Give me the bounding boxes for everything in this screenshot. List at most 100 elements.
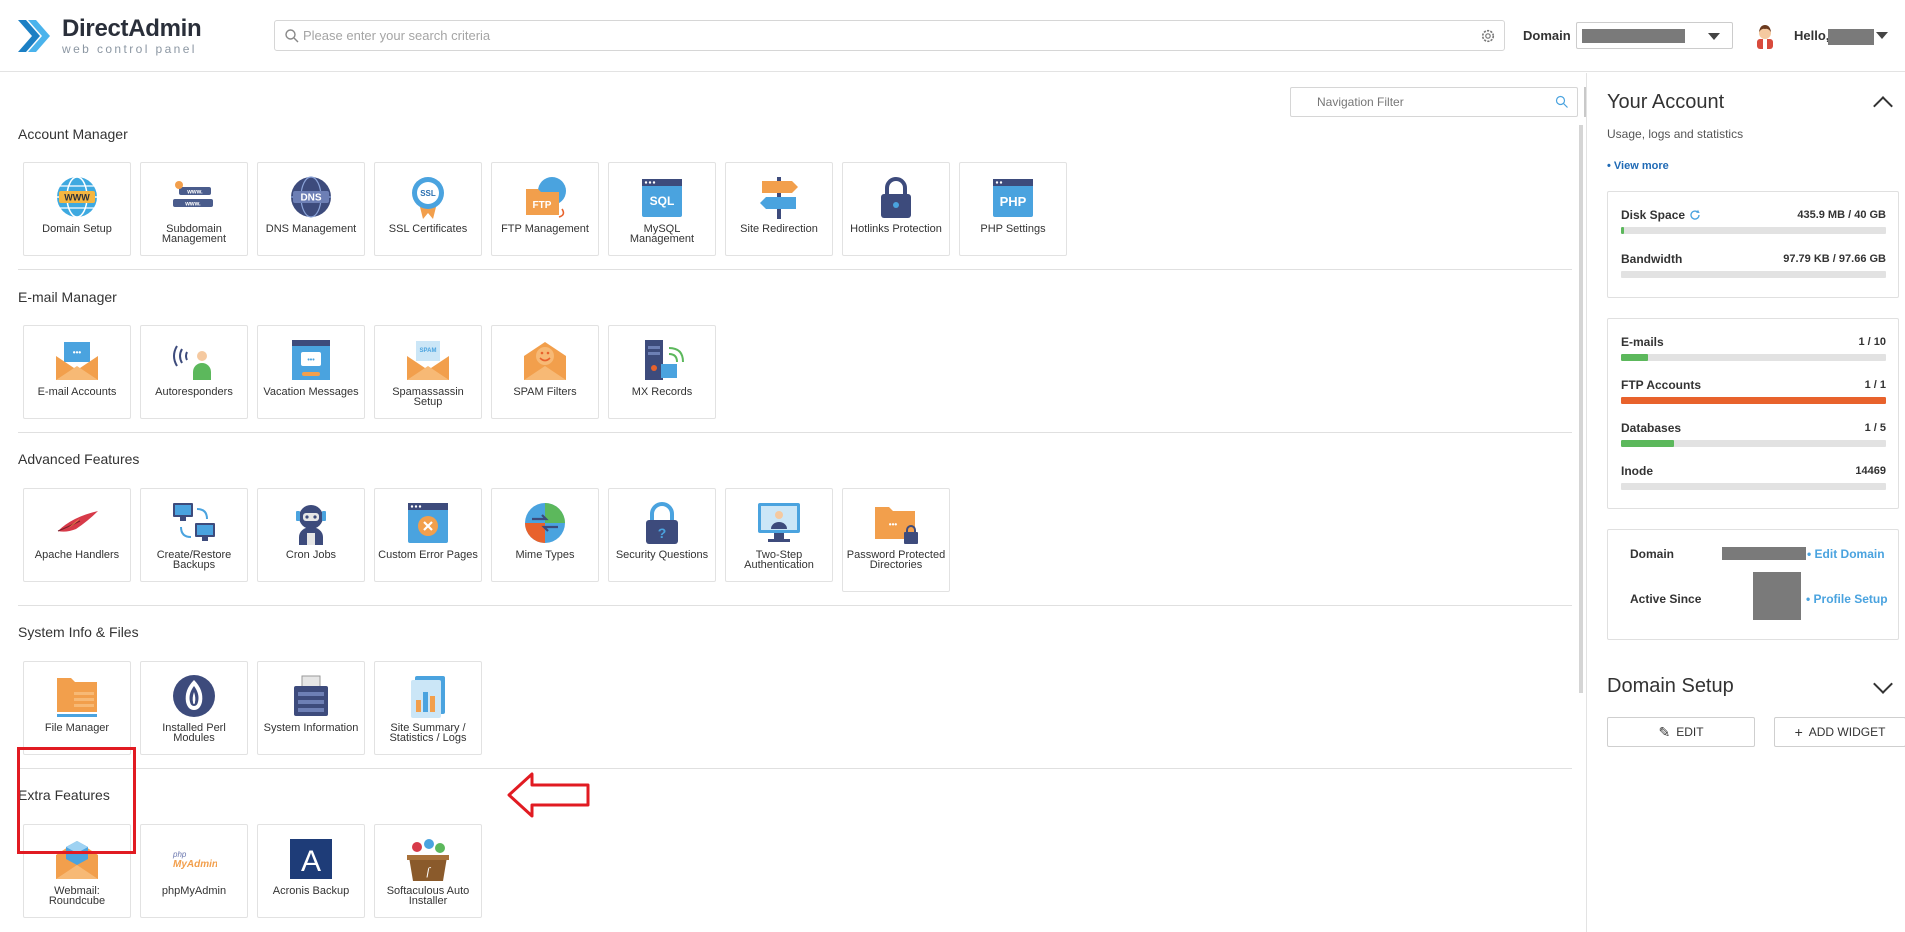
section-divider [18, 768, 1572, 769]
section-title-account-manager: Account Manager [18, 126, 128, 142]
security-lock-icon: ? [646, 502, 678, 544]
usage-track [1621, 227, 1886, 234]
redacted-domain [1582, 29, 1685, 43]
tile-label: SPAM Filters [513, 386, 577, 398]
tile-label: Two-Step Authentication [744, 549, 814, 571]
view-more-link[interactable]: • View more [1607, 160, 1669, 172]
gear-icon[interactable] [1480, 28, 1496, 44]
svg-text:•••: ••• [889, 520, 898, 529]
tile-ssl-certificates[interactable]: SSL SSL Certificates [374, 162, 482, 256]
search-input[interactable] [303, 24, 1463, 47]
tile-email-accounts[interactable]: ••• E-mail Accounts [23, 325, 131, 419]
limit-fill [1621, 440, 1674, 447]
dns-icon: DNS [291, 176, 331, 218]
tile-label: Custom Error Pages [378, 549, 478, 561]
directadmin-logo[interactable]: DirectAdmin web control panel [18, 14, 202, 58]
limits-card: E-mails 1 / 10 FTP Accounts 1 / 1 Databa… [1607, 318, 1899, 509]
feather-icon [57, 511, 98, 532]
tile-label: Create/Restore Backups [156, 549, 232, 571]
tile-system-information[interactable]: System Information [257, 661, 365, 755]
tile-password-protected-directories[interactable]: ••• Password Protected Directories [842, 488, 950, 592]
usage-value: 435.9 MB / 40 GB [1797, 209, 1886, 221]
tile-file-manager[interactable]: File Manager [23, 661, 131, 755]
tile-installed-perl-modules[interactable]: Installed Perl Modules [140, 661, 248, 755]
tile-label: DNS Management [265, 223, 357, 235]
ssl-badge-icon: SSL [412, 177, 444, 219]
chevron-down-icon[interactable] [1873, 674, 1893, 694]
tile-spamassassin-setup[interactable]: SPAM Spamassassin Setup [374, 325, 482, 419]
redacted-domain [1722, 547, 1806, 560]
refresh-icon[interactable] [1689, 209, 1701, 221]
section-divider [18, 605, 1572, 606]
vacation-icon: ••• [292, 340, 330, 380]
tile-label: phpMyAdmin [161, 885, 227, 897]
tile-softaculous[interactable]: ſ Softaculous Auto Installer [374, 824, 482, 918]
top-header: DirectAdmin web control panel Domain Hel… [0, 0, 1905, 72]
tile-label: Site Summary / Statistics / Logs [389, 722, 467, 744]
tile-label: Cron Jobs [285, 549, 337, 561]
tile-label: Mime Types [515, 549, 575, 561]
tile-acronis-backup[interactable]: A Acronis Backup [257, 824, 365, 918]
avatar-icon[interactable] [1754, 23, 1776, 49]
domain-select[interactable] [1576, 22, 1733, 49]
tile-two-step-authentication[interactable]: Two-Step Authentication [725, 488, 833, 582]
tile-cron-jobs[interactable]: Cron Jobs [257, 488, 365, 582]
limit-value: 1 / 10 [1858, 336, 1886, 348]
edit-widget-button[interactable]: ✎ EDIT [1607, 717, 1755, 747]
tile-autoresponders[interactable]: Autoresponders [140, 325, 248, 419]
tile-label: Installed Perl Modules [162, 722, 226, 744]
tile-label: PHP Settings [980, 223, 1046, 235]
tile-domain-setup[interactable]: WWW Domain Setup [23, 162, 131, 256]
tile-label: Spamassassin Setup [392, 386, 464, 408]
tile-label: Autoresponders [155, 386, 233, 398]
softaculous-icon: ſ [407, 839, 449, 881]
tile-ftp-management[interactable]: FTP FTP Management [491, 162, 599, 256]
chevron-up-icon[interactable] [1873, 96, 1893, 116]
usage-fill [1621, 227, 1624, 234]
user-menu-chevron-icon[interactable] [1876, 32, 1888, 39]
tile-apache-handlers[interactable]: Apache Handlers [23, 488, 131, 582]
tile-hotlinks-protection[interactable]: Hotlinks Protection [842, 162, 950, 256]
user-greeting[interactable]: Hello, [1794, 28, 1829, 43]
tile-label: Softaculous Auto Installer [386, 885, 470, 907]
search-icon [285, 29, 299, 43]
search-icon [1555, 95, 1568, 108]
redacted-date [1753, 572, 1801, 620]
tile-custom-error-pages[interactable]: Custom Error Pages [374, 488, 482, 582]
tile-site-summary[interactable]: Site Summary / Statistics / Logs [374, 661, 482, 755]
navigation-filter-input[interactable] [1317, 92, 1537, 112]
tile-site-redirection[interactable]: Site Redirection [725, 162, 833, 256]
domain-setup-widget-title: Domain Setup [1607, 675, 1734, 697]
limit-name: Inode [1621, 464, 1653, 478]
limit-value: 1 / 1 [1864, 379, 1886, 391]
svg-text:SQL: SQL [650, 194, 675, 208]
tile-subdomain-management[interactable]: www. www. Subdomain Management [140, 162, 248, 256]
tile-mime-types[interactable]: Mime Types [491, 488, 599, 582]
redacted-username [1828, 29, 1874, 45]
tile-security-questions[interactable]: ? Security Questions [608, 488, 716, 582]
tile-spam-filters[interactable]: SPAM Filters [491, 325, 599, 419]
tile-mysql-management[interactable]: SQL MySQL Management [608, 162, 716, 256]
tile-vacation-messages[interactable]: ••• Vacation Messages [257, 325, 365, 419]
tile-php-settings[interactable]: PHP PHP Settings [959, 162, 1067, 256]
tile-label: MX Records [631, 386, 693, 398]
limit-value: 1 / 5 [1864, 422, 1886, 434]
tile-phpmyadmin[interactable]: php MyAdmin phpMyAdmin [140, 824, 248, 918]
scrollbar[interactable] [1579, 125, 1583, 693]
tile-label: Subdomain Management [161, 223, 227, 245]
section-divider [18, 432, 1572, 433]
tile-create-restore-backups[interactable]: Create/Restore Backups [140, 488, 248, 582]
domain-info-label: Domain [1630, 547, 1675, 561]
protected-folder-icon: ••• [875, 507, 918, 544]
profile-setup-link[interactable]: • Profile Setup [1806, 592, 1888, 606]
mysql-icon: SQL [642, 179, 682, 217]
edit-domain-link[interactable]: • Edit Domain [1807, 547, 1885, 561]
limit-track [1621, 440, 1886, 447]
domain-label: Domain [1523, 28, 1571, 43]
add-widget-button[interactable]: + ADD WIDGET [1774, 717, 1905, 747]
tile-dns-management[interactable]: DNS DNS Management [257, 162, 365, 256]
limit-name: Databases [1621, 421, 1682, 435]
tile-label: Password Protected Directories [846, 549, 946, 571]
tile-mx-records[interactable]: MX Records [608, 325, 716, 419]
edit-button-label: EDIT [1676, 725, 1704, 739]
